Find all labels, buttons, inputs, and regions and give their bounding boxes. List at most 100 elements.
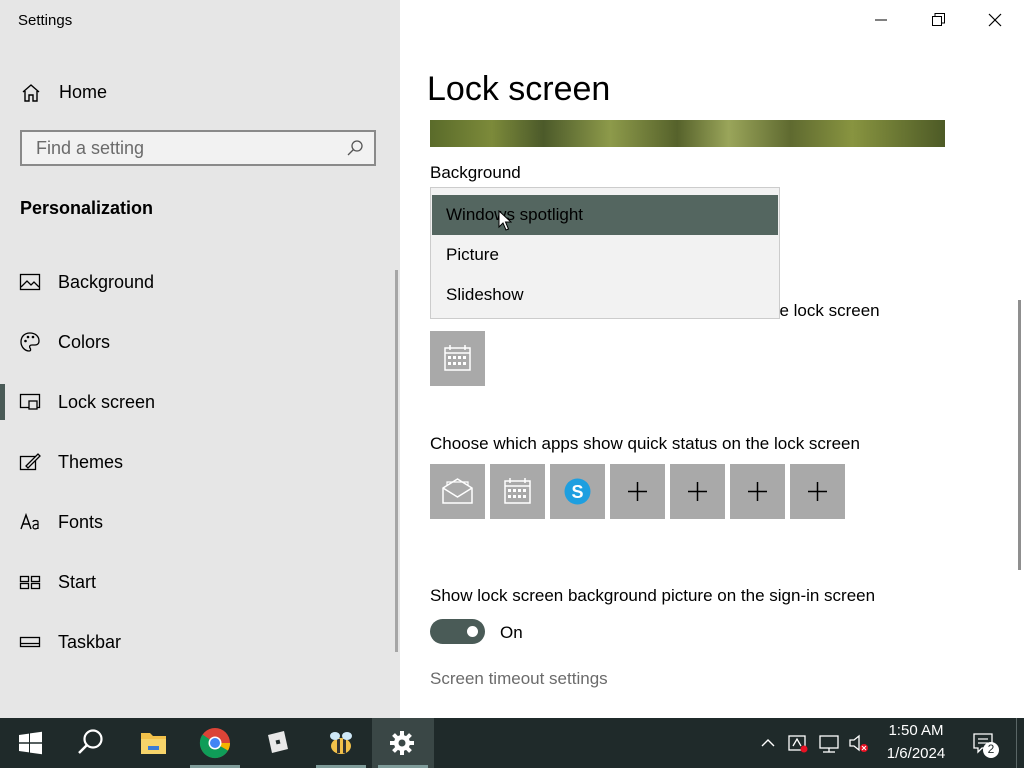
gear-icon xyxy=(390,731,414,755)
roblox-button[interactable] xyxy=(246,718,308,768)
taskbar: 2 xyxy=(0,718,1024,768)
clock-date[interactable]: 1/6/2024 xyxy=(878,745,954,762)
signin-background-label: Show lock screen background picture on t… xyxy=(430,586,876,605)
plus-icon xyxy=(688,482,707,501)
windows-logo-icon xyxy=(19,731,42,755)
sidebar-item-lock-screen[interactable]: Lock screen xyxy=(0,378,396,426)
search-input[interactable] xyxy=(22,132,356,164)
minimize-icon xyxy=(875,19,887,21)
sidebar: Settings Home Personalization Background xyxy=(0,0,400,718)
detailed-status-app-calendar[interactable] xyxy=(430,331,485,386)
svg-text:S: S xyxy=(571,482,583,502)
minimize-button[interactable] xyxy=(852,0,910,40)
sidebar-item-start[interactable]: Start xyxy=(0,558,396,606)
palette-icon xyxy=(19,331,41,353)
sidebar-scrollbar[interactable] xyxy=(395,270,398,652)
volume-button[interactable] xyxy=(846,718,872,768)
notification-badge: 2 xyxy=(987,742,995,756)
roblox-icon xyxy=(268,731,288,753)
restore-button[interactable] xyxy=(909,0,967,40)
notification-icon xyxy=(973,733,999,758)
sidebar-item-colors[interactable]: Colors xyxy=(0,318,396,366)
sidebar-item-themes[interactable]: Themes xyxy=(0,438,396,486)
nav-home-label: Home xyxy=(59,82,108,102)
sidebar-item-fonts[interactable]: Fonts xyxy=(0,498,396,546)
start-button[interactable] xyxy=(0,718,62,768)
sidebar-item-label: Colors xyxy=(58,332,111,352)
settings-taskbar-button[interactable] xyxy=(372,718,434,768)
background-option-windows-spotlight[interactable]: Windows spotlight xyxy=(432,195,778,235)
toggle-state-label: On xyxy=(500,623,523,642)
clock-time[interactable]: 1:50 AM xyxy=(878,722,954,739)
nav-home[interactable]: Home xyxy=(0,72,400,112)
sidebar-item-background[interactable]: Background xyxy=(0,258,396,306)
section-title: Personalization xyxy=(20,198,154,218)
mail-icon xyxy=(442,478,473,504)
page-title: Lock screen xyxy=(427,70,611,108)
sidebar-item-label: Start xyxy=(58,572,97,592)
volume-muted-icon xyxy=(849,734,868,752)
plus-icon xyxy=(628,482,647,501)
signin-background-toggle[interactable] xyxy=(430,619,485,644)
action-center-button[interactable]: 2 xyxy=(958,718,1010,768)
sidebar-item-label: Fonts xyxy=(58,512,104,532)
search-icon xyxy=(78,729,103,754)
sidebar-item-label: Lock screen xyxy=(58,392,156,412)
quick-status-label: Choose which apps show quick status on t… xyxy=(430,434,860,453)
background-option-slideshow[interactable]: Slideshow xyxy=(432,275,778,315)
background-dropdown-list: Windows spotlight Picture Slideshow xyxy=(430,187,780,319)
plus-icon xyxy=(808,482,827,501)
calendar-icon xyxy=(504,478,531,504)
background-label: Background xyxy=(430,163,521,182)
chevron-up-icon xyxy=(761,739,775,747)
bee-icon xyxy=(330,732,352,754)
quick-status-app-skype[interactable]: S xyxy=(550,464,605,519)
restore-icon xyxy=(932,13,945,26)
bee-app-button[interactable] xyxy=(310,718,372,768)
quick-status-add-slot[interactable] xyxy=(670,464,725,519)
option-label: Slideshow xyxy=(446,285,524,304)
search-icon[interactable] xyxy=(346,139,364,157)
lock-screen-icon xyxy=(19,391,41,413)
app-title: Settings xyxy=(18,12,73,29)
network-button[interactable] xyxy=(816,718,842,768)
tray-app-button[interactable] xyxy=(786,718,810,768)
active-indicator xyxy=(0,384,5,420)
quick-status-add-slot[interactable] xyxy=(610,464,665,519)
quick-status-add-slot[interactable] xyxy=(790,464,845,519)
detailed-status-label-visible: he lock screen xyxy=(770,301,880,320)
network-icon xyxy=(819,735,839,753)
home-icon xyxy=(20,82,42,104)
background-option-picture[interactable]: Picture xyxy=(432,235,778,275)
tray-app-icon xyxy=(788,735,808,753)
fonts-icon xyxy=(19,511,41,533)
sidebar-item-label: Taskbar xyxy=(58,632,122,652)
show-desktop-button[interactable] xyxy=(1016,718,1024,768)
file-explorer-button[interactable] xyxy=(122,718,184,768)
close-icon xyxy=(988,13,1002,27)
search-box xyxy=(20,130,376,166)
quick-status-add-slot[interactable] xyxy=(730,464,785,519)
close-button[interactable] xyxy=(966,0,1024,40)
sidebar-item-label: Background xyxy=(58,272,155,292)
chrome-button[interactable] xyxy=(184,718,246,768)
toggle-knob xyxy=(467,626,478,637)
quick-status-app-mail[interactable] xyxy=(430,464,485,519)
search-taskbar-button[interactable] xyxy=(60,718,122,768)
screen-timeout-link[interactable]: Screen timeout settings xyxy=(430,669,608,689)
quick-status-app-calendar[interactable] xyxy=(490,464,545,519)
show-hidden-icons-button[interactable] xyxy=(756,718,780,768)
folder-icon xyxy=(141,733,166,754)
option-label: Picture xyxy=(446,245,499,264)
main-scrollbar[interactable] xyxy=(1018,300,1021,570)
main-content: Lock screen Background Windows spotlight… xyxy=(400,0,1024,718)
sidebar-item-label: Themes xyxy=(58,452,124,472)
mouse-cursor-icon xyxy=(498,210,512,231)
calendar-icon xyxy=(444,345,471,371)
lock-screen-preview-image xyxy=(430,120,945,147)
sidebar-item-taskbar[interactable]: Taskbar xyxy=(0,618,396,666)
picture-icon xyxy=(19,271,41,293)
settings-window: Settings Home Personalization Background xyxy=(0,0,1024,718)
option-label: Windows spotlight xyxy=(446,205,584,224)
skype-icon: S xyxy=(564,478,591,505)
